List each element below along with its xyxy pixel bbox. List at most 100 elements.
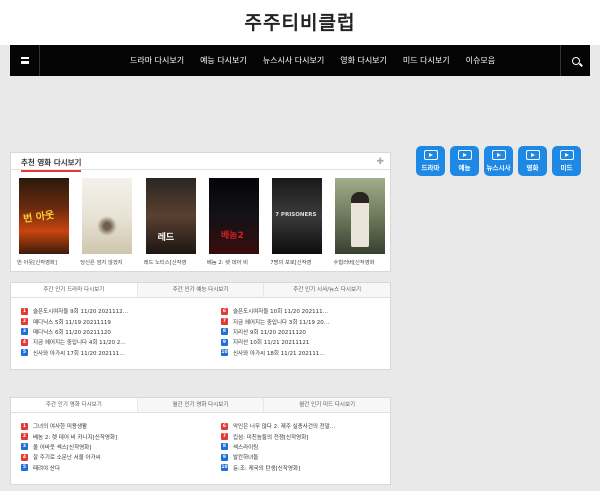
list-item[interactable]: 10 듄:조: 케국의 탄생[신작영화] <box>221 463 386 473</box>
list-item-text: 잘 주기로 소문난 서울 아가씨 <box>33 455 101 462</box>
movie-poster[interactable] <box>82 178 133 254</box>
tab-weekly-news[interactable]: 주간 인기 시사/뉴스 다시보기 <box>264 283 391 297</box>
tab-monthly-us-drama[interactable]: 월간 인기 미드 다시보기 <box>264 398 391 412</box>
rank-badge: 2 <box>21 433 28 441</box>
list-item[interactable]: 8 섹스라이팅 <box>221 442 386 452</box>
ranking-column-left: 1 슬픈도시여자들 9회 11/20 2021112… 2 메디닉스 5회 11/1… <box>21 306 221 358</box>
rank-badge: 10 <box>221 349 228 357</box>
nav-item-drama[interactable]: 드라마 다시보기 <box>130 55 184 66</box>
tab-bar: 주간 인기 영화 다시보기 월간 인기 영화 다시보기 월간 인기 미드 다시보… <box>11 398 391 413</box>
movie-poster[interactable] <box>208 178 259 254</box>
clapper-icon <box>559 150 574 160</box>
nav-item-us-drama[interactable]: 미드 다시보기 <box>403 55 450 66</box>
quick-link-movie[interactable]: 영화 <box>518 146 547 176</box>
quick-link-label: 뉴스시사 <box>486 164 511 172</box>
movie-title[interactable]: 7명의 포로[신작영 <box>270 258 324 266</box>
movie-title[interactable]: 레드 노티스[신작영 <box>144 258 198 266</box>
list-item[interactable]: 4 지금 헤어지는 중입니다 4회 11/20 2… <box>21 337 221 347</box>
list-item-text: 메디닉스 6회 11/20 20211120 <box>33 329 111 336</box>
nav-item-variety[interactable]: 예능 다시보기 <box>200 55 247 66</box>
recommended-movies-panel: 추천 영화 다시보기 ✚ 번 아웃[신작영화] 당신은 엄지 않겠지 레드 노티… <box>10 152 391 272</box>
list-item-text: 듄:조: 케국의 탄생[신작영화] <box>233 465 301 472</box>
quick-link-news[interactable]: 뉴스시사 <box>484 146 513 176</box>
list-item[interactable]: 2 메디닉스 5회 11/19 20211119 <box>21 316 221 326</box>
movie-card[interactable]: 당신은 엄지 않겠지 <box>80 178 134 266</box>
list-item[interactable]: 5 신사와 아가씨 17회 11/20 202111… <box>21 348 221 358</box>
list-item[interactable]: 3 올 어바웃 섹스[신작영화] <box>21 442 221 452</box>
movie-ranking-panel: 주간 인기 영화 다시보기 월간 인기 영화 다시보기 월간 인기 미드 다시보… <box>10 397 391 485</box>
list-item[interactable]: 1 그녀의 여사한 미용생활 <box>21 421 221 431</box>
search-icon <box>571 56 580 65</box>
list-item[interactable]: 7 킵섬: 미친놈들의 전쟁[신작영화] <box>221 431 386 441</box>
ranking-column-right: 6 슬픈도시여자들 10회 11/20 202111… 7 지금 헤어지는 중입니다… <box>221 306 386 358</box>
rank-badge: 7 <box>221 318 228 326</box>
rank-badge: 8 <box>221 443 228 451</box>
movie-card[interactable]: 번 아웃[신작영화] <box>17 178 71 266</box>
movie-title[interactable]: 당신은 엄지 않겠지 <box>80 258 134 266</box>
list-item-text: 그녀의 여사한 미용생활 <box>33 424 88 431</box>
list-item[interactable]: 1 슬픈도시여자들 9회 11/20 2021112… <box>21 306 221 316</box>
rank-badge: 10 <box>221 464 228 472</box>
list-item[interactable]: 7 지금 헤어지는 중입니다 3회 11/19 20… <box>221 316 386 326</box>
list-item-text: 지리산 9회 11/20 20211120 <box>233 329 306 336</box>
list-item[interactable]: 9 발칸하녀들 <box>221 452 386 462</box>
rank-badge: 1 <box>21 422 28 430</box>
movie-title[interactable]: 베놈 2: 렛 데어 비 <box>207 258 261 266</box>
rank-badge: 6 <box>221 422 228 430</box>
movie-card[interactable]: 7명의 포로[신작영 <box>270 178 324 266</box>
movie-title[interactable]: 수험러버[신작영화 <box>333 258 387 266</box>
poster-list: 번 아웃[신작영화] 당신은 엄지 않겠지 레드 노티스[신작영 베놈 2: 렛… <box>17 178 397 266</box>
list-item-text: 지금 헤어지는 중입니다 3회 11/19 20… <box>233 319 330 326</box>
site-title[interactable]: 주주티비클럽 <box>0 8 600 35</box>
nav-item-news[interactable]: 뉴스시사 다시보기 <box>263 55 324 66</box>
list-item-text: 올 어바웃 섹스[신작영화] <box>33 444 92 451</box>
menu-button[interactable] <box>10 45 40 76</box>
ranking-list: 1 슬픈도시여자들 9회 11/20 2021112… 2 메디닉스 5회 11/1… <box>21 306 386 358</box>
rank-badge: 5 <box>21 464 28 472</box>
rank-badge: 6 <box>221 307 228 315</box>
list-item[interactable]: 8 지리산 9회 11/20 20211120 <box>221 327 386 337</box>
quick-link-variety[interactable]: 예능 <box>450 146 479 176</box>
movie-card[interactable]: 베놈 2: 렛 데어 비 <box>207 178 261 266</box>
list-item[interactable]: 6 악인은 너무 많다 2: 제주 실종사건의 전말… <box>221 421 386 431</box>
list-item-text: 킵섬: 미친놈들의 전쟁[신작영화] <box>233 434 309 441</box>
rank-badge: 7 <box>221 433 228 441</box>
site-header: 주주티비클럽 <box>0 0 600 45</box>
rank-badge: 3 <box>21 328 28 336</box>
list-item[interactable]: 5 때려야 산다 <box>21 463 221 473</box>
movie-title[interactable]: 번 아웃[신작영화] <box>17 258 71 266</box>
list-item-text: 메디닉스 5회 11/19 20211119 <box>33 319 111 326</box>
movie-card[interactable]: 수험러버[신작영화 <box>333 178 387 266</box>
tab-weekly-variety[interactable]: 주간 인기 예능 다시보기 <box>137 283 265 297</box>
quick-category-icons: 드라마 예능 뉴스시사 영화 미드 <box>416 146 581 176</box>
tab-monthly-movie[interactable]: 월간 인기 영화 다시보기 <box>137 398 265 412</box>
movie-card[interactable]: 레드 노티스[신작영 <box>144 178 198 266</box>
list-item[interactable]: 4 잘 주기로 소문난 서울 아가씨 <box>21 452 221 462</box>
list-item[interactable]: 3 메디닉스 6회 11/20 20211120 <box>21 327 221 337</box>
list-item[interactable]: 6 슬픈도시여자들 10회 11/20 202111… <box>221 306 386 316</box>
tab-weekly-drama[interactable]: 주간 인기 드라마 다시보기 <box>11 283 138 297</box>
movie-poster[interactable] <box>19 178 69 254</box>
quick-link-drama[interactable]: 드라마 <box>416 146 445 176</box>
ranking-list: 1 그녀의 여사한 미용생활 2 베놈 2: 렛 데어 비 카니지[신작영화] 3올… <box>21 421 386 473</box>
list-item[interactable]: 2 베놈 2: 렛 데어 비 카니지[신작영화] <box>21 431 221 441</box>
quick-link-label: 예능 <box>458 164 471 172</box>
divider <box>11 169 390 170</box>
movie-poster[interactable] <box>335 178 386 254</box>
movie-poster[interactable] <box>145 178 196 254</box>
ranking-column-right: 6 악인은 너무 많다 2: 제주 실종사건의 전말… 7 킵섬: 미친놈들의 전쟁… <box>221 421 386 473</box>
list-item-text: 때려야 산다 <box>33 465 61 472</box>
rank-badge: 4 <box>21 453 28 461</box>
rank-badge: 4 <box>21 338 28 346</box>
movie-poster[interactable] <box>272 178 323 254</box>
list-item[interactable]: 10 신사와 아가씨 18회 11/21 202111… <box>221 348 386 358</box>
quick-link-us-drama[interactable]: 미드 <box>552 146 581 176</box>
list-item-text: 신사와 아가씨 17회 11/20 202111… <box>33 350 125 357</box>
nav-item-movie[interactable]: 영화 다시보기 <box>340 55 387 66</box>
plus-icon[interactable]: ✚ <box>376 157 384 167</box>
tab-weekly-movie[interactable]: 주간 인기 영화 다시보기 <box>11 398 138 412</box>
rank-badge: 9 <box>221 338 228 346</box>
list-item[interactable]: 9 지리산 10회 11/21 20211121 <box>221 337 386 347</box>
search-button[interactable] <box>560 45 590 76</box>
nav-item-issues[interactable]: 이슈모음 <box>466 55 495 66</box>
